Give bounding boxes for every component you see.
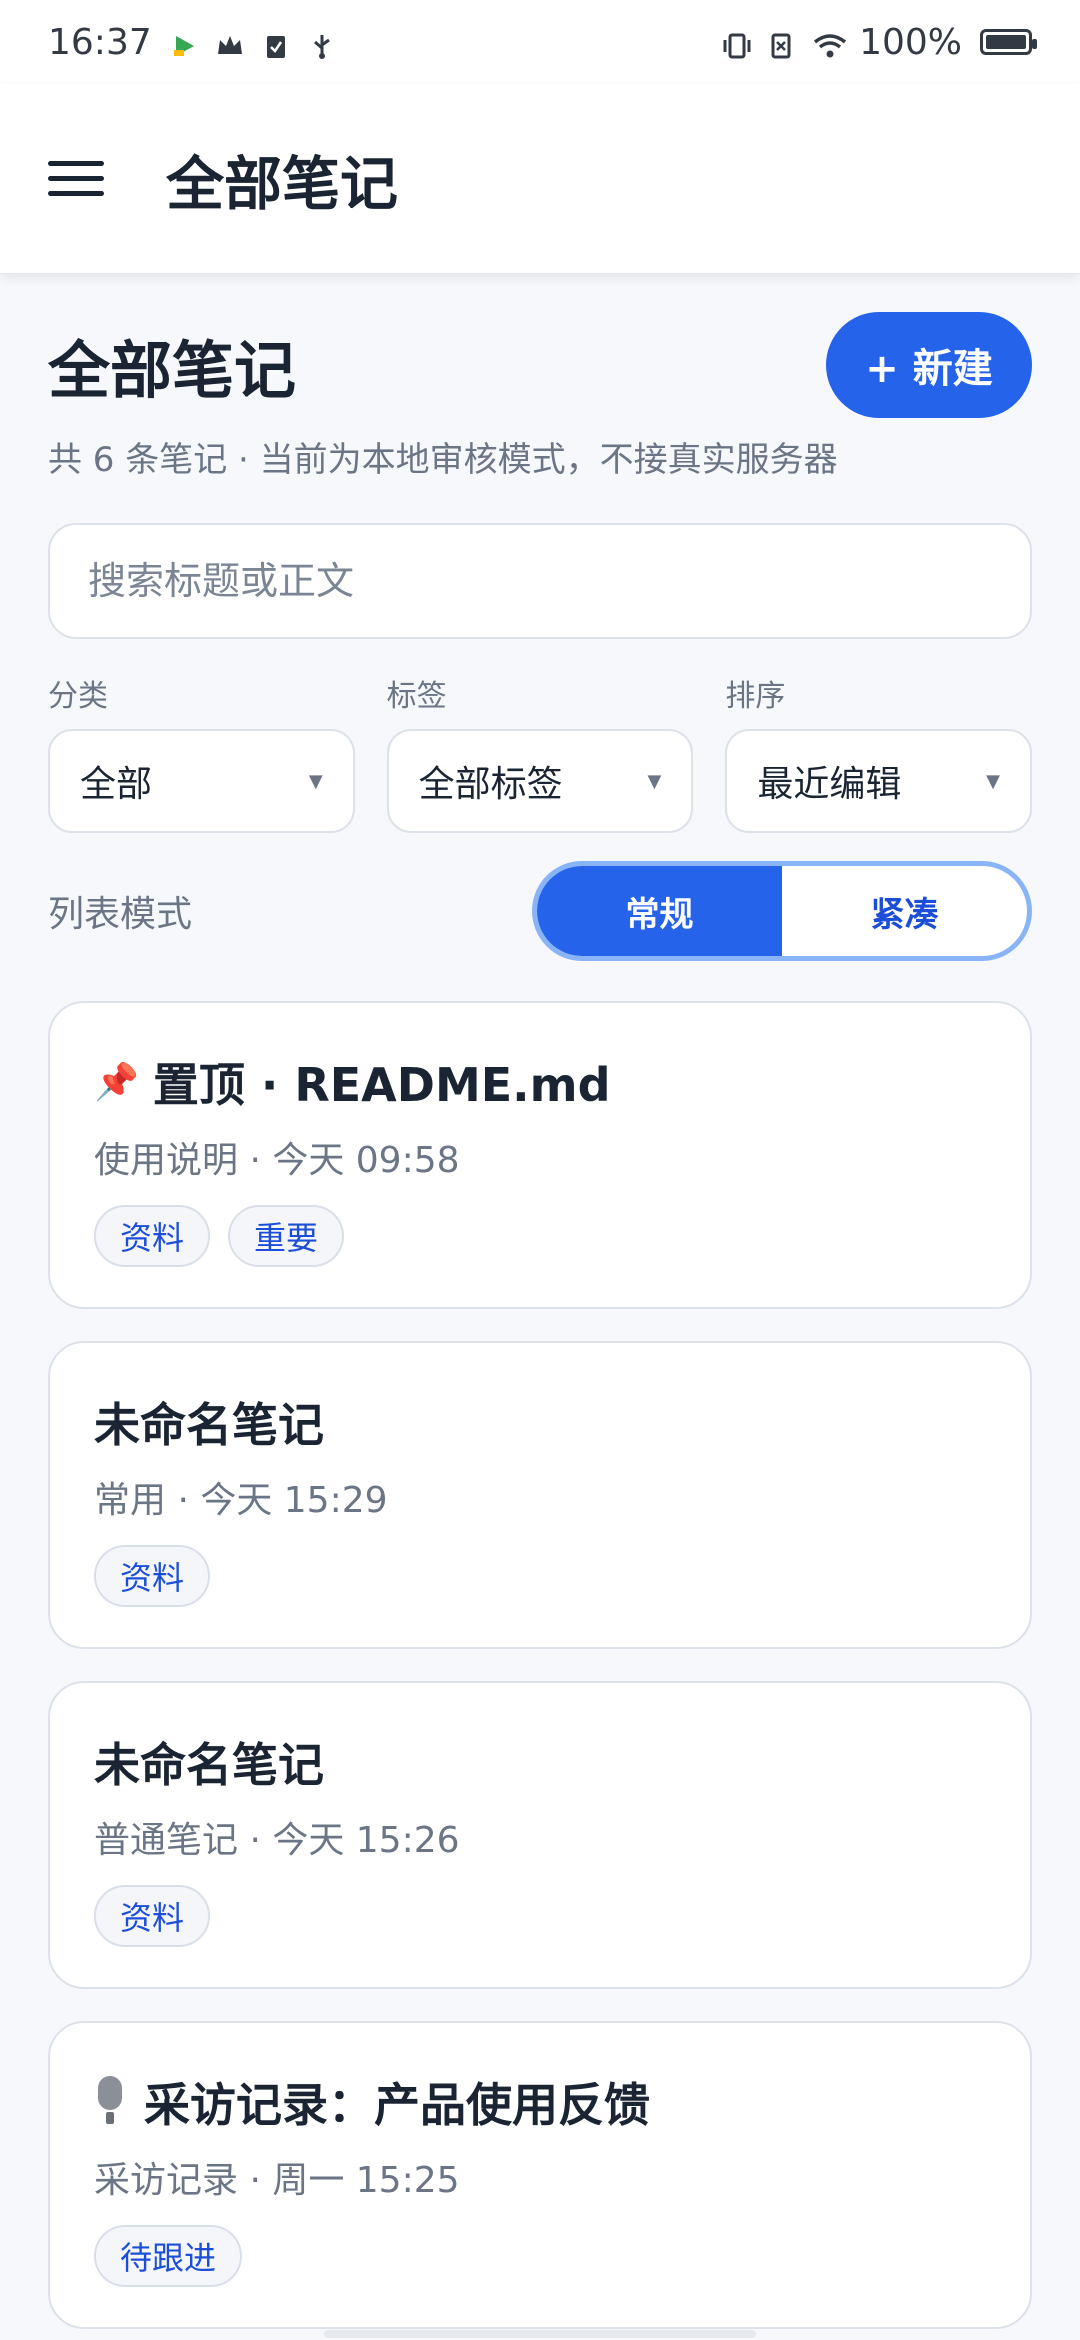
pin-icon: 📌 [94,1062,139,1103]
note-title: 📌 置顶 · README.md [94,1049,986,1115]
note-tags: 资料 重要 [94,1205,986,1267]
note-title-text: 未命名笔记 [94,1398,324,1452]
note-tag[interactable]: 资料 [94,1205,211,1267]
page-title: 全部笔记 [48,334,297,407]
battery-icon [980,29,1037,55]
search-box [48,523,1032,639]
app-notification-icon [170,28,198,56]
vibrate-icon [721,28,751,59]
wifi-icon [813,28,847,58]
tag-label: 标签 [386,679,447,714]
usb-icon [308,28,336,59]
note-title-text: 未命名笔记 [94,1738,324,1792]
sort-select[interactable]: 最近编辑 ▼ [725,729,1033,833]
note-card[interactable]: 未命名笔记 常用 · 今天 15:29 资料 [48,1341,1032,1649]
tag-filter: 标签 全部标签 ▼ [386,671,694,833]
crown-icon [216,28,244,56]
battery-percent: 100% [859,21,962,63]
note-title: 采访记录：产品使用反馈 [94,2069,986,2135]
list-mode-toggle: 常规 紧凑 [532,861,1032,961]
caret-down-icon: ▼ [308,770,323,792]
note-meta: 使用说明 · 今天 09:58 [94,1140,460,1181]
note-tags: 资料 [94,1885,986,1947]
mode-compact-button[interactable]: 紧凑 [782,866,1027,956]
microphone-icon [94,2076,126,2128]
caret-down-icon: ▼ [647,770,662,792]
list-mode-row: 列表模式 常规 紧凑 [48,861,1032,961]
gesture-bar [324,2330,756,2338]
caret-down-icon: ▼ [986,770,1001,792]
note-title: 未命名笔记 [94,1389,986,1455]
note-tag[interactable]: 资料 [94,1545,211,1607]
note-meta: 常用 · 今天 15:29 [94,1480,388,1521]
note-tags: 资料 [94,1545,986,1607]
note-title-text: 采访记录：产品使用反馈 [144,2078,650,2132]
note-card[interactable]: 未命名笔记 普通笔记 · 今天 15:26 资料 [48,1681,1032,1989]
note-card[interactable]: 采访记录：产品使用反馈 采访记录 · 周一 15:25 待跟进 [48,2021,1032,2329]
new-note-button[interactable]: + 新建 [826,312,1032,418]
note-tag[interactable]: 资料 [94,1885,211,1947]
app-bar: 全部笔记 [0,84,1080,274]
sort-label: 排序 [725,679,786,714]
clipboard-check-icon [262,28,290,58]
category-label: 分类 [48,679,108,714]
tag-select[interactable]: 全部标签 ▼ [386,729,694,833]
category-value: 全部 [80,764,153,805]
note-tags: 待跟进 [94,2225,986,2287]
tag-value: 全部标签 [418,764,563,805]
notes-summary: 共 6 条笔记 · 当前为本地审核模式，不接真实服务器 [48,440,838,480]
list-mode-label: 列表模式 [48,894,193,935]
status-time: 16:37 [48,21,152,63]
sort-value: 最近编辑 [757,764,902,805]
note-card[interactable]: 📌 置顶 · README.md 使用说明 · 今天 09:58 资料 重要 [48,1001,1032,1309]
search-input[interactable] [86,558,994,604]
menu-icon[interactable] [48,151,104,207]
note-tag[interactable]: 待跟进 [94,2225,243,2287]
mode-normal-button[interactable]: 常规 [537,866,782,956]
note-title: 未命名笔记 [94,1729,986,1795]
app-bar-title: 全部笔记 [166,149,399,218]
status-bar: 16:37 100% [0,0,1080,84]
notes-list: 📌 置顶 · README.md 使用说明 · 今天 09:58 资料 重要 未… [48,1001,1032,2329]
note-meta: 采访记录 · 周一 15:25 [94,2160,460,2201]
sort-filter: 排序 最近编辑 ▼ [725,671,1033,833]
filters: 分类 全部 ▼ 标签 全部标签 ▼ 排序 最近编辑 ▼ [48,671,1033,833]
header-row: 全部笔记 + 新建 [48,312,1032,418]
note-tag[interactable]: 重要 [228,1205,345,1267]
note-meta: 普通笔记 · 今天 15:26 [94,1820,460,1861]
category-filter: 分类 全部 ▼ [48,671,355,833]
category-select[interactable]: 全部 ▼ [48,729,355,833]
no-sim-icon [767,28,795,59]
note-title-text: 置顶 · README.md [152,1058,611,1112]
main-content: 全部笔记 + 新建 共 6 条笔记 · 当前为本地审核模式，不接真实服务器 分类… [0,274,1080,2329]
